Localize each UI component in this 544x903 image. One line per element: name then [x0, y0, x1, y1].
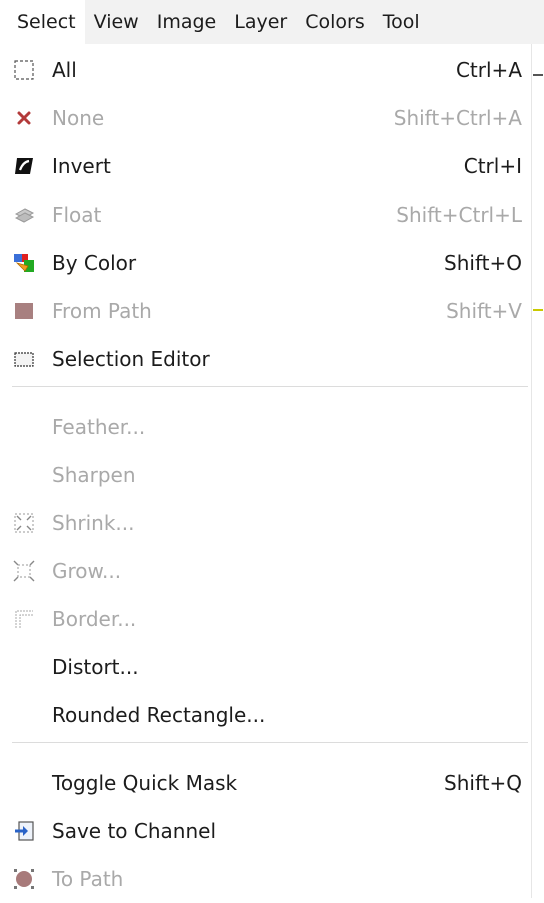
menu-colors[interactable]: Colors: [296, 0, 374, 44]
menu-item-shortcut: Ctrl+I: [463, 154, 522, 178]
menu-layer[interactable]: Layer: [225, 0, 296, 44]
menu-item-label: Save to Channel: [52, 819, 216, 843]
menu-item-none[interactable]: None Shift+Ctrl+A: [0, 94, 531, 142]
menu-item-label: By Color: [52, 251, 137, 275]
image-canvas-edge: [531, 44, 544, 898]
grow-icon: [13, 560, 35, 582]
by-color-icon: [14, 254, 34, 272]
menu-item-float[interactable]: Float Shift+Ctrl+L: [0, 191, 531, 239]
menu-item-shortcut: Shift+V: [446, 299, 522, 323]
menu-item-by-color[interactable]: By Color Shift+O: [0, 239, 531, 287]
menu-item-toggle-quick-mask[interactable]: Toggle Quick Mask Shift+Q: [0, 759, 531, 807]
border-icon: [15, 610, 33, 628]
menu-item-from-path[interactable]: From Path Shift+V: [0, 287, 531, 335]
menu-item-shortcut: Shift+O: [444, 251, 522, 275]
menu-item-save-to-channel[interactable]: Save to Channel: [0, 807, 531, 855]
menu-view[interactable]: View: [85, 0, 148, 44]
menu-tools[interactable]: Tool: [374, 0, 429, 44]
menu-item-label: To Path: [52, 867, 124, 891]
menu-item-label: Border...: [52, 607, 137, 631]
menu-item-label: All: [52, 58, 77, 82]
menu-item-label: Sharpen: [52, 463, 136, 487]
to-path-icon: [14, 869, 34, 889]
save-to-channel-icon: [15, 821, 34, 841]
menu-image[interactable]: Image: [148, 0, 226, 44]
menu-item-grow[interactable]: Grow...: [0, 547, 531, 595]
menu-item-label: Toggle Quick Mask: [52, 771, 238, 795]
menu-item-shrink[interactable]: Shrink...: [0, 499, 531, 547]
menu-item-selection-editor[interactable]: Selection Editor: [0, 335, 531, 383]
menu-item-shortcut: Ctrl+A: [455, 58, 522, 82]
menu-item-label: Distort...: [52, 655, 139, 679]
menu-item-border[interactable]: Border...: [0, 595, 531, 643]
menu-item-label: From Path: [52, 299, 152, 323]
menu-item-to-path[interactable]: To Path: [0, 855, 531, 903]
menu-item-rounded-rectangle[interactable]: Rounded Rectangle...: [0, 691, 531, 739]
menu-item-shortcut: Shift+Ctrl+L: [396, 203, 522, 227]
menu-item-all[interactable]: All Ctrl+A: [0, 46, 531, 94]
menu-item-shortcut: Shift+Ctrl+A: [393, 106, 522, 130]
menu-item-sharpen[interactable]: Sharpen: [0, 451, 531, 499]
menu-item-label: Grow...: [52, 559, 122, 583]
shrink-icon: [14, 513, 34, 533]
from-path-icon: [15, 303, 33, 319]
menubar: Select View Image Layer Colors Tool: [0, 0, 544, 44]
menu-item-label: Invert: [52, 154, 111, 178]
canvas-tick-mark: [533, 309, 543, 311]
menu-item-feather[interactable]: Feather...: [0, 403, 531, 451]
menu-item-label: Float: [52, 203, 102, 227]
menu-item-label: Shrink...: [52, 511, 135, 535]
menu-item-label: Feather...: [52, 415, 146, 439]
float-icon: [14, 208, 35, 223]
menu-item-label: Rounded Rectangle...: [52, 703, 266, 727]
invert-icon: [15, 158, 33, 174]
canvas-tick-mark: [533, 74, 543, 76]
menu-item-invert[interactable]: Invert Ctrl+I: [0, 142, 531, 190]
selection-editor-icon: [14, 352, 34, 367]
menu-item-distort[interactable]: Distort...: [0, 643, 531, 691]
menu-separator: [12, 742, 528, 743]
menu-select[interactable]: Select: [0, 0, 85, 44]
menu-separator: [12, 386, 528, 387]
select-all-icon: [14, 60, 34, 80]
menu-item-label: None: [52, 106, 105, 130]
select-none-icon: [17, 111, 31, 125]
menu-item-shortcut: Shift+Q: [444, 771, 522, 795]
select-dropdown-menu: All Ctrl+A None Shift+Ctrl+A Invert Ctrl…: [0, 44, 531, 898]
menu-item-label: Selection Editor: [52, 347, 210, 371]
